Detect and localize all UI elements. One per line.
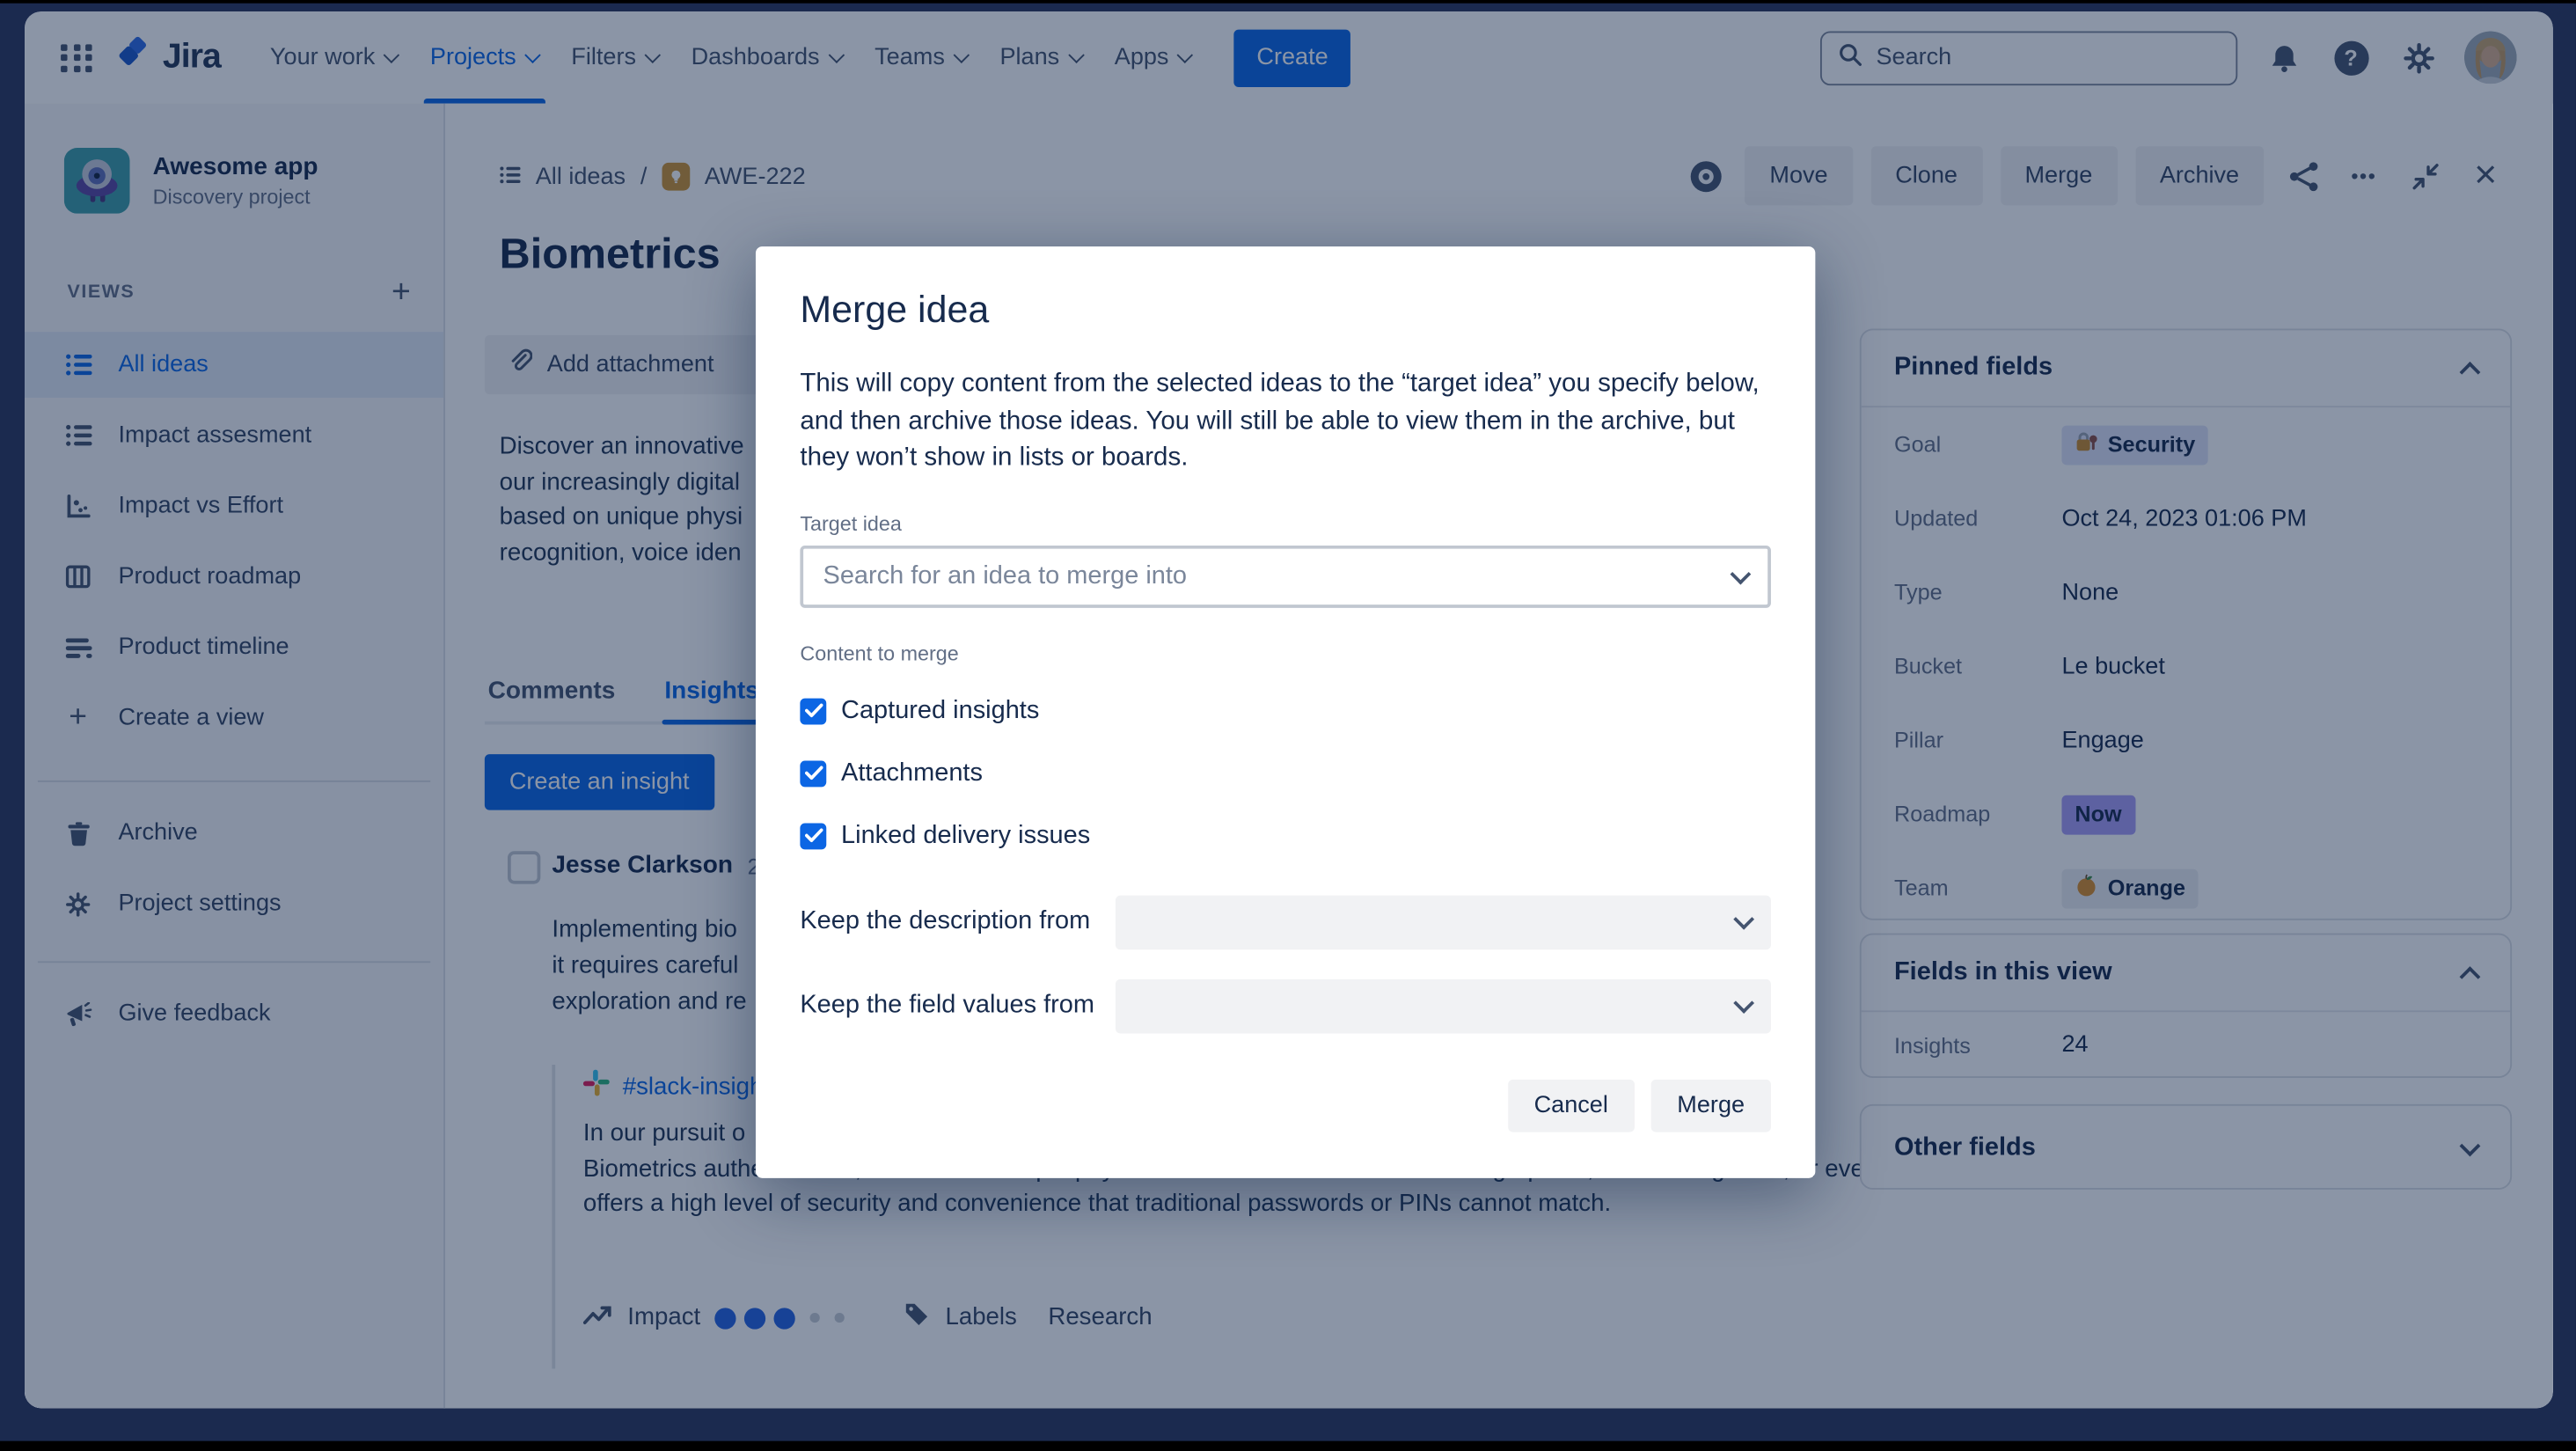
keep-field-values-select[interactable] xyxy=(1115,978,1771,1033)
keep-description-select[interactable] xyxy=(1115,894,1771,949)
keep-description-label: Keep the description from xyxy=(800,906,1091,935)
attachments-checkbox[interactable] xyxy=(800,759,827,787)
target-idea-label: Target idea xyxy=(800,511,902,535)
modal-description: This will copy content from the selected… xyxy=(800,370,1760,472)
chevron-down-icon xyxy=(1733,993,1755,1014)
chevron-down-icon xyxy=(1730,562,1752,584)
checkbox-row-captured-insights: Captured insights xyxy=(800,694,1771,727)
modal-merge-button[interactable]: Merge xyxy=(1650,1078,1771,1132)
keep-description-row: Keep the description from xyxy=(800,894,1771,949)
cancel-button[interactable]: Cancel xyxy=(1507,1078,1635,1132)
linked-delivery-issues-checkbox[interactable] xyxy=(800,822,827,849)
checkbox-row-linked-delivery-issues: Linked delivery issues xyxy=(800,819,1771,852)
target-idea-placeholder: Search for an idea to merge into xyxy=(823,561,1188,590)
keep-field-values-row: Keep the field values from xyxy=(800,978,1771,1033)
screenshot-stage: Jira Your work Projects Filters Dashboar… xyxy=(0,0,2576,1451)
chevron-down-icon xyxy=(1733,908,1755,930)
content-to-merge-label: Content to merge xyxy=(800,641,959,665)
checkbox-row-attachments: Attachments xyxy=(800,757,1771,789)
merge-idea-modal: Merge idea This will copy content from t… xyxy=(755,246,1816,1178)
keep-field-values-label: Keep the field values from xyxy=(800,990,1095,1019)
captured-insights-checkbox[interactable] xyxy=(800,697,827,724)
target-idea-select[interactable]: Search for an idea to merge into xyxy=(800,545,1771,607)
modal-title: Merge idea xyxy=(800,287,990,331)
